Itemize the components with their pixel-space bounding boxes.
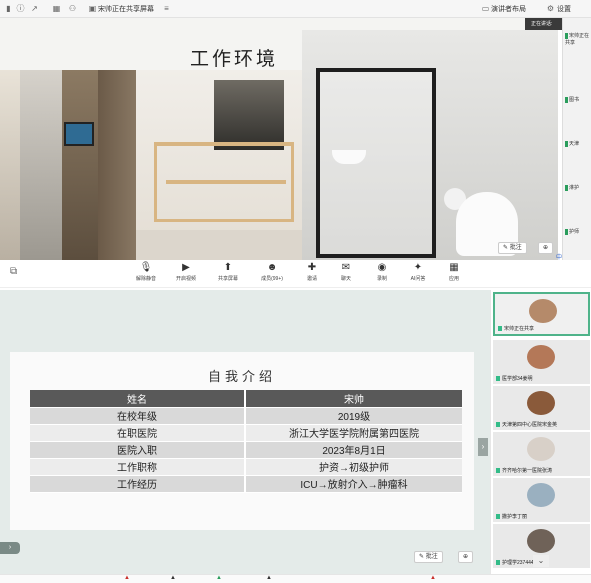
mic-icon bbox=[496, 560, 500, 566]
members-icon: ▲ bbox=[266, 575, 272, 581]
chevron-down-icon: ⌄ bbox=[537, 556, 545, 565]
zoom-button[interactable]: ⊕ bbox=[458, 551, 474, 563]
avatar bbox=[527, 437, 555, 461]
chevron-right-icon: › bbox=[8, 544, 12, 551]
participant-tile[interactable]: 宋帅正在共享 bbox=[493, 292, 590, 336]
meeting-toolbar: ⧉ 🎙 解除静音 ▶ 开启视频 ⬆ 共享屏幕 ☻ 成员(99+) ✚ 邀请 ✉ 聊天 ◉ 录制… bbox=[0, 260, 591, 288]
ai-icon: ✦ bbox=[413, 262, 423, 273]
tv-room-photo bbox=[62, 70, 100, 260]
annotate-button[interactable]: ✎ 批注 bbox=[498, 242, 527, 254]
camera-icon: ▶ bbox=[182, 262, 190, 273]
share-screen-button[interactable]: ⬆ 共享屏幕 bbox=[210, 262, 246, 282]
annotate-button[interactable]: ✎ 批注 bbox=[414, 551, 443, 563]
hallway-photo bbox=[20, 70, 62, 260]
participant-gallery: 宋帅正在共享 医学部34姜明 天津第四中心医院宋金英 齐齐哈尔第一医院张涛 撒护… bbox=[490, 290, 591, 574]
invite-icon: ✚ bbox=[307, 262, 317, 273]
record-button[interactable]: ◉ 录制 bbox=[364, 262, 400, 282]
slide-title: 工作环境 bbox=[190, 48, 279, 70]
participant-tile[interactable]: 撒护李丁丽 bbox=[493, 478, 590, 522]
mic-icon: 🎙 bbox=[139, 262, 153, 273]
record-icon: ◉ bbox=[377, 262, 387, 273]
dorm-room-photo bbox=[136, 70, 302, 260]
pip-icon[interactable]: ⧉ bbox=[10, 266, 17, 277]
bottom-toolbar-edge: ▲ ▲ ▲ ▲ ▲ bbox=[0, 574, 591, 583]
sidebar-item[interactable]: 淋护 bbox=[565, 184, 591, 194]
mic-icon bbox=[496, 376, 500, 382]
layout-button[interactable]: 演讲者布局 bbox=[491, 4, 526, 14]
sidebar-item[interactable]: 护师 bbox=[565, 228, 591, 238]
table-row: 工作职称 护资→初级护师 bbox=[30, 458, 462, 476]
top-bar: ▮ ⓘ ↗ ▦ ⚇ ▣ 宋帅正在共享屏幕 ≡ ▭ 演讲者布局 ⚙ 设置 bbox=[0, 0, 591, 18]
screen-icon: ▣ bbox=[88, 4, 97, 13]
avatar bbox=[527, 345, 555, 369]
avatar bbox=[527, 529, 555, 553]
slide-title: 自我介绍 bbox=[207, 370, 276, 385]
participant-sidebar-mini: 宋帅正在共享 图书 天津 淋护 护师 bbox=[562, 18, 591, 260]
table-header: 姓名 宋帅 bbox=[30, 390, 462, 408]
share-screen-icon: ⬆ bbox=[223, 262, 233, 273]
avatar bbox=[527, 391, 555, 415]
pen-icon: ✎ bbox=[503, 245, 509, 251]
camera-icon: ▲ bbox=[170, 575, 176, 581]
mic-icon bbox=[496, 514, 500, 520]
zoom-button[interactable]: ⊕ bbox=[538, 242, 554, 254]
menu-icon[interactable]: ≡ bbox=[162, 4, 171, 13]
table-row: 工作经历 ICU→放射介入→肿瘤科 bbox=[30, 475, 462, 493]
share-icon[interactable]: ⚇ bbox=[68, 4, 77, 13]
table-row: 在职医院 浙江大学医学院附属第四医院 bbox=[30, 424, 462, 442]
members-icon: ☻ bbox=[266, 262, 278, 273]
invite-button[interactable]: ✚ 邀请 bbox=[294, 262, 330, 282]
video-button[interactable]: ▶ 开启视频 bbox=[168, 262, 204, 282]
ai-icon: ▲ bbox=[430, 575, 436, 581]
mic-icon bbox=[496, 422, 500, 428]
table-row: 在校年级 2019级 bbox=[30, 407, 462, 425]
mute-button[interactable]: 🎙 解除静音 bbox=[128, 262, 164, 282]
zoom-icon: ⊕ bbox=[463, 554, 469, 560]
signal-icon: ▮ bbox=[6, 4, 11, 13]
settings-icon[interactable]: ⚙ bbox=[546, 4, 555, 13]
participant-tile[interactable]: 齐齐哈尔第一医院张涛 bbox=[493, 432, 590, 476]
participant-tile[interactable]: 医学部34姜明 bbox=[493, 340, 590, 384]
avatar bbox=[529, 299, 557, 323]
zoom-icon: ⊕ bbox=[543, 245, 549, 251]
shared-screen-2: 自我介绍 姓名 宋帅 在校年级 2019级 在职医院 浙江大学医学院附属第四医院 医… bbox=[0, 290, 490, 583]
mic-icon bbox=[498, 326, 502, 332]
pen-icon: ✎ bbox=[419, 554, 425, 560]
shared-screen: 工作环境 ✎ 批注 ⊕ bbox=[0, 18, 558, 260]
sidebar-item[interactable]: 天津 bbox=[565, 140, 591, 150]
chat-icon: ✉ bbox=[341, 262, 351, 273]
avatar bbox=[527, 483, 555, 507]
apps-icon: ▦ bbox=[449, 262, 459, 273]
participant-tile[interactable]: 天津第四中心医院宋金英 bbox=[493, 386, 590, 430]
info-icon[interactable]: ⓘ bbox=[16, 4, 25, 13]
sidebar-item[interactable]: 宋帅正在共享 bbox=[565, 32, 591, 46]
sidebar-item[interactable]: 图书 bbox=[565, 96, 591, 106]
ai-qa-button[interactable]: ✦ AI问答 bbox=[400, 262, 436, 282]
bathroom-photo bbox=[302, 30, 558, 260]
mic-icon bbox=[496, 468, 500, 474]
collapse-sidebar-button[interactable]: › bbox=[478, 438, 488, 456]
gallery-scroll-button[interactable]: ⌄ bbox=[533, 555, 549, 567]
layout-icon[interactable]: ▭ bbox=[481, 4, 490, 13]
chevron-right-icon: › bbox=[481, 442, 485, 451]
expand-panel-button[interactable]: › bbox=[0, 542, 20, 554]
table-row: 医院入职 2023年8月1日 bbox=[30, 441, 462, 459]
intro-table: 姓名 宋帅 在校年级 2019级 在职医院 浙江大学医学院附属第四医院 医院入职 20… bbox=[30, 390, 462, 493]
mic-icon: ▲ bbox=[124, 575, 130, 581]
intro-slide: 自我介绍 姓名 宋帅 在校年级 2019级 在职医院 浙江大学医学院附属第四医院 医… bbox=[10, 352, 474, 530]
whiteboard-icon[interactable]: ▦ bbox=[52, 4, 61, 13]
external-icon[interactable]: ↗ bbox=[30, 4, 39, 13]
chat-button[interactable]: ✉ 聊天 bbox=[328, 262, 364, 282]
members-button[interactable]: ☻ 成员(99+) bbox=[254, 262, 290, 282]
office-photo bbox=[0, 70, 20, 260]
share-status: 宋帅正在共享屏幕 bbox=[98, 6, 154, 13]
apps-button[interactable]: ▦ 应用 bbox=[436, 262, 472, 282]
settings-button[interactable]: 设置 bbox=[557, 4, 571, 14]
share-screen-icon: ▲ bbox=[216, 575, 222, 581]
